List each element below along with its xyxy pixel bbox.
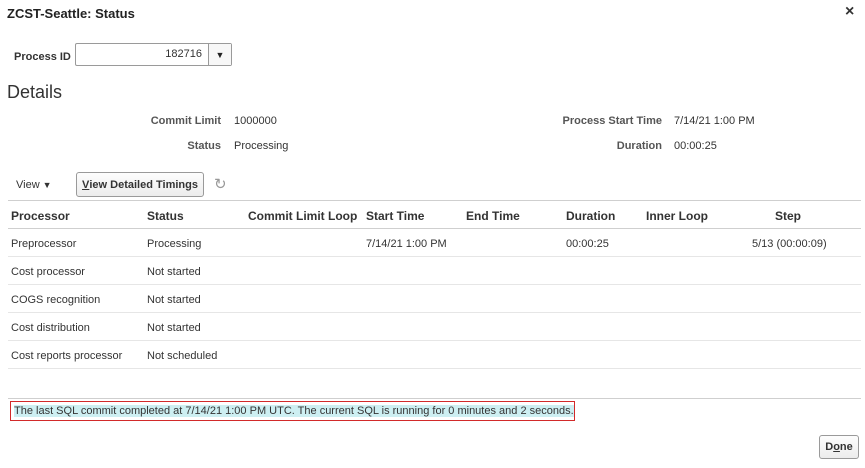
table-row[interactable]: Preprocessor Processing 7/14/21 1:00 PM … xyxy=(8,229,861,257)
cell-duration: 00:00:25 xyxy=(566,238,609,250)
dialog-title: ZCST-Seattle: Status xyxy=(7,6,135,21)
commit-limit-value: 1000000 xyxy=(234,115,277,127)
cell-status: Processing xyxy=(147,238,202,250)
cell-status: Not scheduled xyxy=(147,350,218,362)
table-header: Processor Status Commit Limit Loop Start… xyxy=(8,201,861,229)
cell-status: Not started xyxy=(147,266,201,278)
cell-start-time: 7/14/21 1:00 PM xyxy=(366,238,447,250)
close-icon[interactable]: × xyxy=(845,3,854,21)
cell-processor: Cost processor xyxy=(11,266,85,278)
done-label-end: ne xyxy=(839,441,853,453)
column-header-inner-loop[interactable]: Inner Loop xyxy=(646,209,708,223)
commit-limit-label: Commit Limit xyxy=(150,115,221,127)
mnemonic-o: o xyxy=(833,441,840,453)
duration-value: 00:00:25 xyxy=(674,140,717,152)
cell-processor: Preprocessor xyxy=(11,238,77,250)
footer-divider xyxy=(8,398,861,399)
column-header-step[interactable]: Step xyxy=(775,209,801,223)
process-id-value[interactable]: 182716 xyxy=(76,44,208,65)
status-value: Processing xyxy=(234,140,289,152)
sql-status-message: The last SQL commit completed at 7/14/21… xyxy=(10,401,575,421)
done-button[interactable]: Do ne xyxy=(819,435,859,459)
view-menu-label: View xyxy=(16,179,40,191)
table-row[interactable]: Cost reports processor Not scheduled xyxy=(8,341,861,369)
cell-status: Not started xyxy=(147,294,201,306)
column-header-start-time[interactable]: Start Time xyxy=(366,209,424,223)
mnemonic-v: V xyxy=(82,178,90,191)
refresh-icon[interactable]: ↻ xyxy=(214,175,227,193)
table-row[interactable]: Cost processor Not started xyxy=(8,257,861,285)
sql-status-text: The last SQL commit completed at 7/14/21… xyxy=(14,405,574,417)
cell-status: Not started xyxy=(147,322,201,334)
process-id-label: Process ID xyxy=(14,51,71,63)
column-header-end-time[interactable]: End Time xyxy=(466,209,520,223)
process-id-select[interactable]: 182716 ▼ xyxy=(75,43,232,66)
column-header-processor[interactable]: Processor xyxy=(11,209,70,223)
column-header-duration[interactable]: Duration xyxy=(566,209,615,223)
detailed-timings-label: iew Detailed Timings xyxy=(89,178,198,191)
caret-down-icon: ▼ xyxy=(42,180,52,190)
details-heading: Details xyxy=(7,82,63,102)
view-menu[interactable]: View ▼ xyxy=(16,179,52,191)
cell-step: 5/13 (00:00:09) xyxy=(752,238,827,250)
column-header-commit-limit-loop[interactable]: Commit Limit Loop xyxy=(248,209,357,223)
cell-processor: Cost reports processor xyxy=(11,350,123,362)
status-label: Status xyxy=(187,140,221,152)
view-detailed-timings-button[interactable]: View Detailed Timings xyxy=(76,172,204,197)
done-label-start: D xyxy=(825,441,834,453)
process-start-time-label: Process Start Time xyxy=(562,115,662,127)
cell-processor: Cost distribution xyxy=(11,322,90,334)
processor-table: Processor Status Commit Limit Loop Start… xyxy=(8,200,861,369)
table-row[interactable]: COGS recognition Not started xyxy=(8,285,861,313)
duration-label: Duration xyxy=(616,140,662,152)
table-row[interactable]: Cost distribution Not started xyxy=(8,313,861,341)
process-start-time-value: 7/14/21 1:00 PM xyxy=(674,115,755,127)
cell-processor: COGS recognition xyxy=(11,294,101,306)
chevron-down-icon[interactable]: ▼ xyxy=(208,44,231,65)
column-header-status[interactable]: Status xyxy=(147,209,184,223)
